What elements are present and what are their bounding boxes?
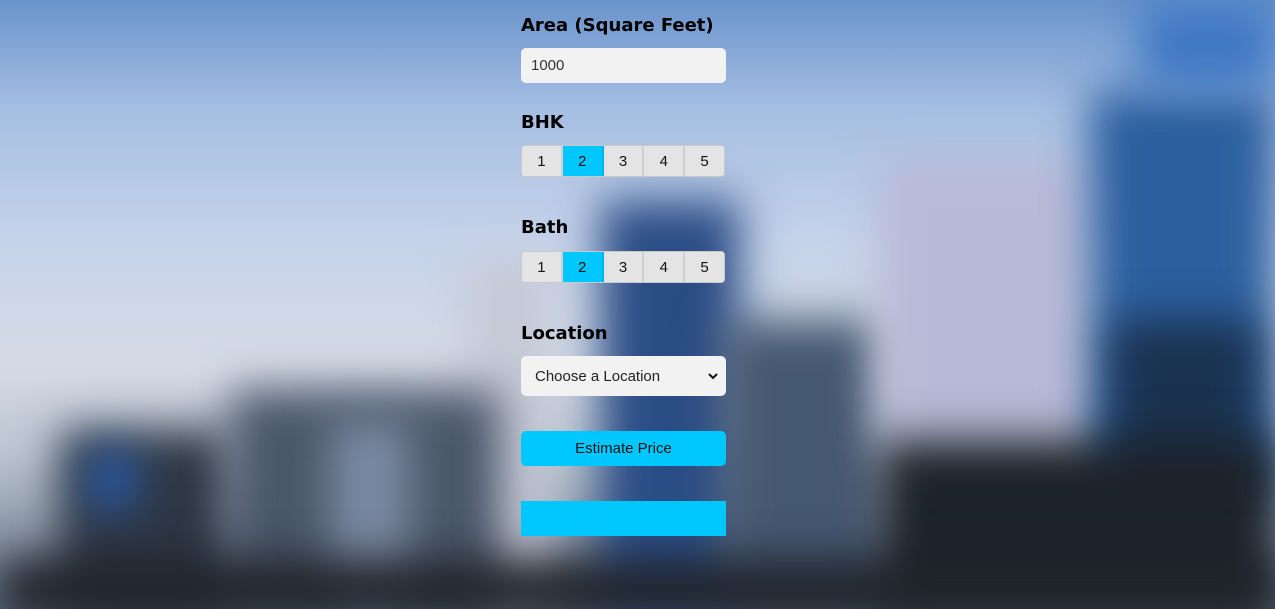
bath-option-5[interactable]: 5 — [685, 252, 724, 282]
location-select-value: Choose a Location — [535, 367, 661, 385]
area-input[interactable] — [521, 48, 726, 83]
bhk-option-5[interactable]: 5 — [685, 146, 724, 176]
bath-option-1[interactable]: 1 — [522, 252, 563, 282]
bhk-label: BHK — [521, 112, 564, 133]
bath-selector: 1 2 3 4 5 — [521, 251, 725, 283]
bath-option-3[interactable]: 3 — [603, 252, 645, 282]
area-label: Area (Square Feet) — [521, 15, 714, 36]
bath-label: Bath — [521, 217, 569, 238]
bhk-selector: 1 2 3 4 5 — [521, 145, 725, 177]
bath-option-4[interactable]: 4 — [644, 252, 686, 282]
estimate-price-button[interactable]: Estimate Price — [521, 431, 726, 466]
chevron-down-icon — [708, 371, 718, 381]
bhk-option-3[interactable]: 3 — [603, 146, 645, 176]
location-label: Location — [521, 323, 608, 344]
bhk-option-4[interactable]: 4 — [644, 146, 686, 176]
location-select[interactable]: Choose a Location — [521, 356, 726, 396]
estimated-price-result — [521, 501, 726, 536]
bhk-option-1[interactable]: 1 — [522, 146, 563, 176]
bath-option-2[interactable]: 2 — [562, 252, 604, 282]
bhk-option-2[interactable]: 2 — [562, 146, 604, 176]
